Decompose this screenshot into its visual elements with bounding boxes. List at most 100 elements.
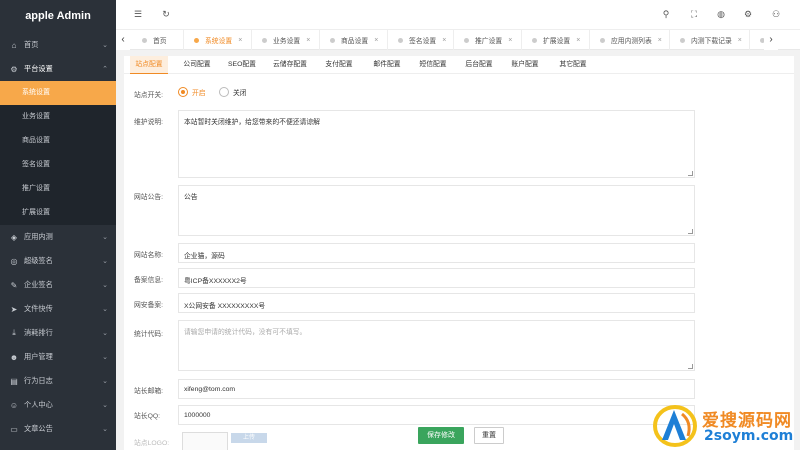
- close-icon[interactable]: ×: [508, 37, 512, 44]
- settings-icon[interactable]: ⚙: [742, 9, 754, 20]
- chevron-down-icon: ⌄: [102, 234, 108, 241]
- notice-value: 公告: [184, 194, 198, 201]
- maintenance-textarea[interactable]: 本站暂时关闭维护，给您带来的不便还请谅解: [178, 110, 695, 178]
- subtab-cloud-storage-config[interactable]: 云储存配置: [266, 56, 314, 74]
- tab-beta-download-log[interactable]: 内测下载记录 ×: [670, 30, 750, 50]
- tab-extension-settings[interactable]: 扩展设置 ×: [522, 30, 590, 50]
- subtab-admin-config[interactable]: 后台配置: [460, 56, 498, 74]
- sidebar-item-label: 企业签名: [24, 280, 53, 289]
- subtab-mail-config[interactable]: 邮件配置: [368, 56, 406, 74]
- submenu-item-system-settings[interactable]: 系统设置: [0, 81, 116, 105]
- save-button[interactable]: 保存修改: [418, 427, 464, 444]
- submenu-platform-settings: 系统设置 业务设置 商品设置 签名设置 推广设置 扩展设置: [0, 81, 116, 225]
- sidebar-item-consumption-rank[interactable]: ⤓ 消耗排行 ⌄: [0, 321, 116, 345]
- tab-system-settings[interactable]: 系统设置 ×: [184, 30, 252, 50]
- site-name-label: 网站名称:: [134, 252, 164, 259]
- subtab-account-config[interactable]: 账户配置: [506, 56, 544, 74]
- tab-dot: [600, 37, 605, 43]
- subtab-company-config[interactable]: 公司配置: [178, 56, 216, 74]
- tab-dot: [262, 37, 267, 43]
- tab-dot: [398, 37, 403, 43]
- close-icon[interactable]: ×: [576, 37, 580, 44]
- download-icon: ⤓: [12, 328, 16, 337]
- submenu-item-extension-settings[interactable]: 扩展设置: [0, 201, 116, 225]
- icp-input[interactable]: 粤ICP备XXXXXX2号: [178, 268, 695, 288]
- user-icon[interactable]: ⚇: [770, 9, 782, 20]
- sidebar-item-super-signature[interactable]: ◎ 超级签名 ⌄: [0, 249, 116, 273]
- globe-icon[interactable]: ◍: [715, 9, 727, 20]
- fullscreen-icon[interactable]: ⛶: [688, 9, 700, 20]
- subtab-sms-config[interactable]: 短信配置: [414, 56, 452, 74]
- tab-product-settings[interactable]: 商品设置 ×: [320, 30, 388, 50]
- close-icon[interactable]: ×: [238, 37, 242, 44]
- menu-fold-icon[interactable]: ☰: [132, 9, 144, 20]
- subtab-payment-config[interactable]: 支付配置: [320, 56, 358, 74]
- chevron-down-icon: ⌄: [102, 378, 108, 385]
- submenu-item-promotion-settings[interactable]: 推广设置: [0, 177, 116, 201]
- sidebar-item-file-transfer[interactable]: ➤ 文件快传 ⌄: [0, 297, 116, 321]
- subtab-site-config[interactable]: 站点配置: [130, 56, 168, 74]
- subtab-seo-config[interactable]: SEO配置: [224, 56, 260, 74]
- sidebar-item-personal-center[interactable]: ☺ 个人中心 ⌄: [0, 393, 116, 417]
- sidebar-item-platform-settings[interactable]: ⚙ 平台设置 ⌃: [0, 57, 116, 81]
- tab-signature-settings[interactable]: 签名设置 ×: [388, 30, 454, 50]
- refresh-icon[interactable]: ↻: [160, 9, 172, 20]
- tab-app-beta-list[interactable]: 应用内测列表 ×: [590, 30, 670, 50]
- tab-label: 首页: [153, 38, 167, 45]
- tab-dot: [464, 37, 469, 43]
- close-icon[interactable]: ×: [738, 37, 742, 44]
- tabs-prev-icon[interactable]: ‹: [116, 30, 130, 50]
- webmaster-qq-input[interactable]: 1000000: [178, 405, 695, 425]
- sidebar-item-behavior-log[interactable]: ▤ 行为日志 ⌄: [0, 369, 116, 393]
- chevron-down-icon: ⌄: [102, 258, 108, 265]
- tab-dot: [194, 37, 199, 43]
- sidebar: apple Admin ⌂ 首页 ⌄ ⚙ 平台设置 ⌃ 系统设置 业务设置 商品…: [0, 0, 116, 450]
- resize-handle[interactable]: [688, 229, 693, 234]
- site-name-input[interactable]: 企业猫，源码: [178, 243, 695, 263]
- radio-site-on[interactable]: 开启: [178, 87, 206, 97]
- maintenance-value: 本站暂时关闭维护，给您带来的不便还请谅解: [184, 119, 320, 126]
- upload-button[interactable]: 上传: [231, 433, 267, 443]
- tab-home[interactable]: 首页: [132, 30, 184, 50]
- close-icon[interactable]: ×: [374, 37, 378, 44]
- subtab-other-config[interactable]: 其它配置: [554, 56, 592, 74]
- sidebar-item-label: 行为日志: [24, 376, 53, 385]
- chevron-down-icon: ⌄: [102, 282, 108, 289]
- close-icon[interactable]: ×: [442, 37, 446, 44]
- submenu-item-signature-settings[interactable]: 签名设置: [0, 153, 116, 177]
- radio-site-off[interactable]: 关闭: [219, 87, 247, 97]
- resize-handle[interactable]: [688, 364, 693, 369]
- sidebar-item-label: 用户管理: [24, 352, 53, 361]
- tab-business-settings[interactable]: 业务设置 ×: [252, 30, 320, 50]
- submenu-item-product-settings[interactable]: 商品设置: [0, 129, 116, 153]
- sidebar-item-enterprise-signature[interactable]: ✎ 企业签名 ⌄: [0, 273, 116, 297]
- sidebar-item-label: 应用内测: [24, 232, 53, 241]
- submenu-item-business-settings[interactable]: 业务设置: [0, 105, 116, 129]
- sidebar-item-home[interactable]: ⌂ 首页 ⌄: [0, 33, 116, 57]
- sidebar-item-user-management[interactable]: ☻ 用户管理 ⌄: [0, 345, 116, 369]
- sidebar-item-articles[interactable]: ▭ 文章公告 ⌄: [0, 417, 116, 441]
- watermark-domain: 2soym.com: [704, 428, 794, 444]
- stats-code-textarea[interactable]: 请输您申请的统计代码，没有可不填写。: [178, 320, 695, 371]
- watermark: 爱搜源码网 2soym.com: [650, 400, 800, 450]
- tab-label: 内测下载记录: [691, 38, 732, 45]
- app-title: apple Admin: [0, 0, 116, 33]
- resize-handle[interactable]: [688, 171, 693, 176]
- police-record-input[interactable]: X公网安备 XXXXXXXXX号: [178, 293, 695, 313]
- close-icon[interactable]: ×: [658, 37, 662, 44]
- tab-dot: [532, 37, 537, 43]
- webmaster-email-input[interactable]: xifeng@tom.com: [178, 379, 695, 399]
- tab-promotion-settings[interactable]: 推广设置 ×: [454, 30, 522, 50]
- close-icon[interactable]: ×: [306, 37, 310, 44]
- sidebar-item-label: 平台设置: [24, 64, 53, 73]
- site-logo-preview: [182, 432, 228, 450]
- webmaster-email-label: 站长邮箱:: [134, 388, 164, 395]
- sidebar-item-app-beta[interactable]: ◈ 应用内测 ⌄: [0, 225, 116, 249]
- tab-dot: [142, 37, 147, 43]
- chevron-down-icon: ⌄: [102, 330, 108, 337]
- reset-button[interactable]: 重置: [474, 427, 504, 444]
- search-icon[interactable]: ⚲: [660, 9, 672, 20]
- stats-code-label: 统计代码:: [134, 331, 164, 338]
- notice-textarea[interactable]: 公告: [178, 185, 695, 236]
- tabs-next-icon[interactable]: ›: [764, 30, 778, 50]
